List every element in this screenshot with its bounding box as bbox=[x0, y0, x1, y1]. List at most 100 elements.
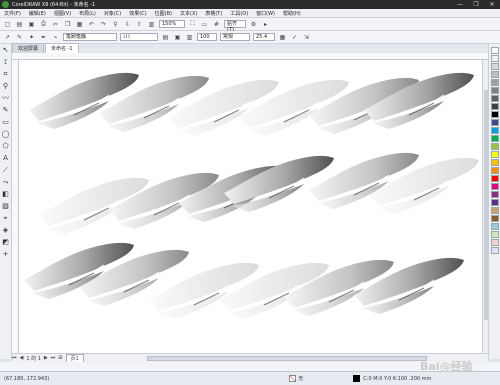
color-swatch[interactable] bbox=[490, 199, 499, 206]
apply-icon[interactable]: ✓ bbox=[290, 33, 299, 42]
parallel-dimension-tool-icon[interactable]: ⟋ bbox=[1, 166, 10, 175]
color-swatch[interactable] bbox=[490, 159, 499, 166]
menu-table[interactable]: 表格(T) bbox=[201, 10, 226, 17]
tab-untitled[interactable]: 未命名 -1 bbox=[45, 43, 79, 53]
blend-mode-select[interactable]: 常规 bbox=[220, 33, 250, 41]
transparency-tool-icon[interactable]: ▧ bbox=[1, 202, 10, 211]
first-page-icon[interactable]: ⏮ bbox=[12, 355, 17, 361]
stroke-size-field[interactable]: 100 bbox=[197, 33, 217, 41]
color-swatch[interactable] bbox=[490, 247, 499, 254]
calligraphic-icon[interactable]: ✒ bbox=[39, 33, 48, 42]
brush-stroke-select[interactable]: ⌇⌇⌇ bbox=[120, 33, 158, 41]
copy-icon[interactable]: ❐ bbox=[63, 20, 72, 29]
brush-category-select[interactable]: 笔刷笔触 bbox=[63, 33, 117, 41]
brush-stroke[interactable] bbox=[363, 72, 475, 132]
menu-effects[interactable]: 效果(C) bbox=[125, 10, 150, 17]
color-swatch[interactable] bbox=[490, 231, 499, 238]
paste-icon[interactable]: ▦ bbox=[75, 20, 84, 29]
object-icon[interactable]: ▦ bbox=[278, 33, 287, 42]
add-page-icon[interactable]: ⊞ bbox=[58, 355, 62, 361]
menu-object[interactable]: 对象(C) bbox=[100, 10, 125, 17]
export-icon[interactable]: ⇧ bbox=[135, 20, 144, 29]
connector-tool-icon[interactable]: ⤳ bbox=[1, 178, 10, 187]
zoom-tool-icon[interactable]: ⚲ bbox=[1, 82, 10, 91]
pick-tool-icon[interactable]: ↖ bbox=[1, 46, 10, 55]
menu-edit[interactable]: 编辑(E) bbox=[25, 10, 50, 17]
color-swatch[interactable] bbox=[490, 119, 499, 126]
color-swatch[interactable] bbox=[490, 87, 499, 94]
last-page-icon[interactable]: ⏭ bbox=[51, 355, 56, 361]
search-icon[interactable]: ⚲ bbox=[111, 20, 120, 29]
next-page-icon[interactable]: ▶ bbox=[44, 355, 48, 361]
open-folder-icon[interactable]: ▤ bbox=[15, 20, 24, 29]
color-swatch[interactable] bbox=[490, 55, 499, 62]
menu-layout[interactable]: 布局(L) bbox=[75, 10, 100, 17]
fill-swatch-icon[interactable] bbox=[289, 375, 297, 382]
add-tool-icon[interactable]: + bbox=[1, 250, 10, 259]
print-icon[interactable]: ⎙ bbox=[39, 20, 48, 29]
rulers-icon[interactable]: ▭ bbox=[200, 20, 209, 29]
horizontal-ruler[interactable] bbox=[12, 53, 488, 60]
smart-fill-tool-icon[interactable]: ◩ bbox=[1, 238, 10, 247]
import-icon[interactable]: ⇩ bbox=[123, 20, 132, 29]
snap-to-dropdown[interactable]: 贴齐(T) bbox=[224, 20, 246, 33]
horizontal-scrollbar[interactable] bbox=[146, 355, 427, 361]
cut-icon[interactable]: ✂ bbox=[51, 20, 60, 29]
vertical-ruler[interactable] bbox=[12, 60, 19, 353]
zoom-level-select[interactable]: 150% bbox=[159, 20, 185, 28]
publish-pdf-icon[interactable]: ▥ bbox=[147, 20, 156, 29]
brush-icon[interactable]: ✎ bbox=[15, 33, 24, 42]
sprayer-icon[interactable]: ✦ bbox=[27, 33, 36, 42]
full-screen-icon[interactable]: ⛶ bbox=[188, 20, 197, 29]
shape-tool-icon[interactable]: ⟟ bbox=[1, 58, 10, 67]
grid-icon[interactable]: # bbox=[212, 20, 221, 29]
color-swatch[interactable] bbox=[490, 79, 499, 86]
ellipse-tool-icon[interactable]: ◯ bbox=[1, 130, 10, 139]
eyedropper-tool-icon[interactable]: ⌖ bbox=[1, 214, 10, 223]
menu-help[interactable]: 帮助(H) bbox=[279, 10, 305, 17]
color-swatch[interactable] bbox=[490, 175, 499, 182]
menu-bitmaps[interactable]: 位图(B) bbox=[151, 10, 176, 17]
save-stroke-icon[interactable]: ▣ bbox=[173, 33, 182, 42]
drop-shadow-tool-icon[interactable]: ◧ bbox=[1, 190, 10, 199]
color-swatch[interactable] bbox=[490, 191, 499, 198]
browse-icon[interactable]: ▤ bbox=[161, 33, 170, 42]
color-swatch[interactable] bbox=[490, 63, 499, 70]
color-swatch[interactable] bbox=[490, 111, 499, 118]
color-swatch[interactable] bbox=[490, 71, 499, 78]
save-icon[interactable]: ▣ bbox=[27, 20, 36, 29]
menu-tools[interactable]: 工具(O) bbox=[226, 10, 252, 17]
color-swatch[interactable] bbox=[490, 207, 499, 214]
color-swatch[interactable] bbox=[490, 239, 499, 246]
menu-file[interactable]: 文件(F) bbox=[0, 10, 25, 17]
color-swatch[interactable] bbox=[490, 215, 499, 222]
color-swatch[interactable] bbox=[490, 223, 499, 230]
color-swatch[interactable] bbox=[490, 135, 499, 142]
color-swatch[interactable] bbox=[490, 167, 499, 174]
rectangle-tool-icon[interactable]: ▭ bbox=[1, 118, 10, 127]
scale-icon[interactable]: ⇲ bbox=[302, 33, 311, 42]
outline-swatch-icon[interactable] bbox=[353, 375, 361, 382]
stroke-angle-field[interactable]: 25.4 bbox=[253, 33, 275, 41]
text-tool-icon[interactable]: A bbox=[1, 154, 10, 163]
new-document-icon[interactable]: ▢ bbox=[3, 20, 12, 29]
maximize-button[interactable]: ❐ bbox=[468, 0, 484, 9]
color-swatch[interactable] bbox=[490, 151, 499, 158]
prev-page-icon[interactable]: ◀ bbox=[20, 355, 24, 361]
minimize-button[interactable]: — bbox=[452, 0, 468, 9]
color-swatch[interactable] bbox=[490, 127, 499, 134]
launch-app-icon[interactable]: ▸ bbox=[261, 20, 270, 29]
preset-icon[interactable]: ↗ bbox=[3, 33, 12, 42]
close-button[interactable]: ✕ bbox=[484, 0, 500, 9]
options-gear-icon[interactable]: ⚙ bbox=[249, 20, 258, 29]
drawing-canvas[interactable] bbox=[19, 60, 488, 353]
pressure-icon[interactable]: ⌁ bbox=[51, 33, 60, 42]
color-swatch[interactable] bbox=[490, 103, 499, 110]
menu-view[interactable]: 视图(V) bbox=[50, 10, 75, 17]
menu-text[interactable]: 文本(X) bbox=[176, 10, 201, 17]
color-swatch[interactable] bbox=[490, 183, 499, 190]
artistic-media-tool-icon[interactable]: ✎ bbox=[1, 106, 10, 115]
tab-welcome[interactable]: 欢迎屏幕 bbox=[12, 43, 45, 53]
polygon-tool-icon[interactable]: ⬠ bbox=[1, 142, 10, 151]
delete-icon[interactable]: ▥ bbox=[185, 33, 194, 42]
